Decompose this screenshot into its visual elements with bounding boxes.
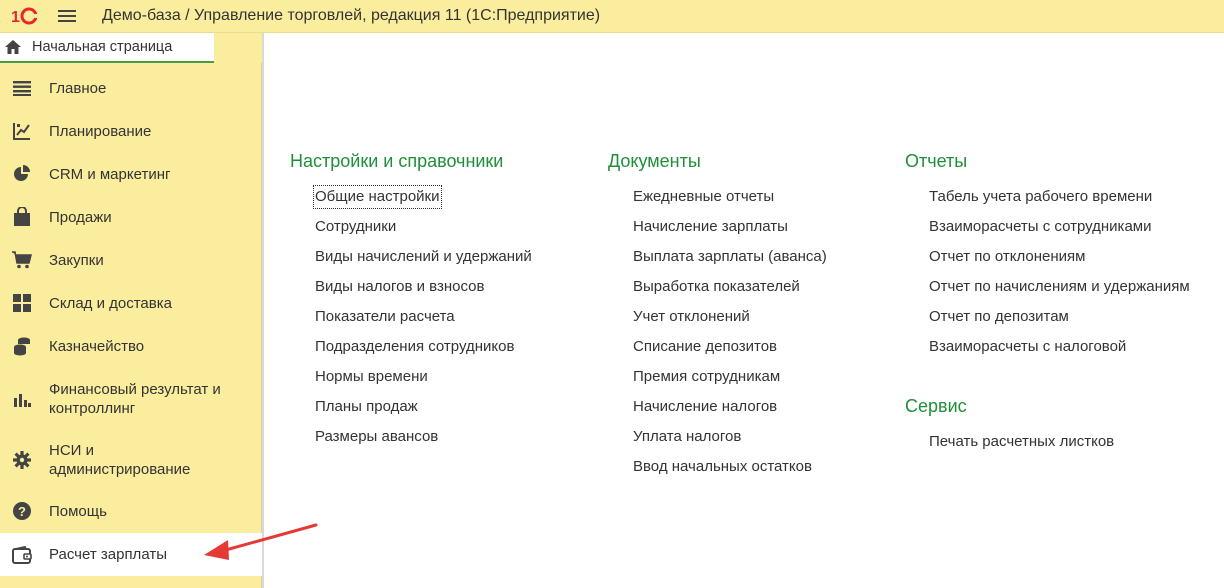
sidebar-item-payroll[interactable]: Расчет зарплаты — [0, 533, 262, 576]
section-title-reports: Отчеты — [905, 151, 968, 171]
svg-text:?: ? — [18, 504, 26, 519]
shopping-bag-icon — [11, 206, 33, 228]
link-employee-bonus[interactable]: Премия сотрудникам — [633, 367, 780, 387]
link-employee-settlements[interactable]: Взаиморасчеты с сотрудниками — [929, 217, 1152, 237]
link-deviations-report[interactable]: Отчет по отклонениям — [929, 247, 1085, 267]
link-opening-balances[interactable]: Ввод начальных остатков — [633, 457, 812, 477]
sidebar-item-planning[interactable]: Планирование — [0, 120, 262, 142]
sidebar-item-warehouse[interactable]: Склад и доставка — [0, 292, 262, 314]
link-payroll-accrual[interactable]: Начисление зарплаты — [633, 217, 788, 237]
link-tax-settlements[interactable]: Взаиморасчеты с налоговой — [929, 337, 1126, 357]
section-title-settings: Настройки и справочники — [290, 151, 504, 171]
tab-home-label: Начальная страница — [32, 39, 173, 55]
wallet-icon — [11, 544, 33, 566]
sidebar-item-label: НСИ и администрирование — [49, 442, 191, 478]
sidebar-item-financial-result[interactable]: Финансовый результат и контроллинг — [0, 379, 262, 419]
link-indicator-output[interactable]: Выработка показателей — [633, 277, 800, 297]
sidebar-item-admin[interactable]: НСИ и администрирование — [0, 440, 262, 480]
sidebar-item-crm[interactable]: CRM и маркетинг — [0, 163, 262, 185]
sidebar-item-label: Финансовый результат и контроллинг — [49, 381, 221, 417]
link-tax-types[interactable]: Виды налогов и взносов — [315, 277, 484, 297]
tab-home[interactable]: Начальная страница — [0, 33, 214, 63]
sidebar-item-label: Закупки — [49, 251, 104, 269]
sidebar-item-label: CRM и маркетинг — [49, 165, 171, 183]
pie-chart-icon — [11, 163, 33, 185]
sidebar-item-label: Главное — [49, 79, 107, 97]
sidebar-item-label: Продажи — [49, 208, 112, 226]
link-deviation-records[interactable]: Учет отклонений — [633, 307, 750, 327]
section-title-documents: Документы — [608, 151, 701, 171]
coins-icon — [11, 335, 33, 357]
planning-icon — [11, 120, 33, 142]
link-calc-indicators[interactable]: Показатели расчета — [315, 307, 455, 327]
link-deposit-writeoff[interactable]: Списание депозитов — [633, 337, 777, 357]
sidebar: Главное Планирование CRM и маркетинг Про… — [0, 63, 262, 588]
sidebar-item-label: Казначейство — [49, 337, 145, 355]
tab-bar: Начальная страница — [0, 33, 262, 63]
svg-text:1: 1 — [11, 9, 20, 25]
1c-logo-icon[interactable]: 1 — [0, 0, 50, 33]
sidebar-item-label: Склад и доставка — [49, 294, 172, 312]
sidebar-item-label: Помощь — [49, 502, 107, 520]
link-advance-sizes[interactable]: Размеры авансов — [315, 427, 438, 447]
content-divider — [262, 33, 264, 588]
sidebar-item-help[interactable]: ? Помощь — [0, 500, 262, 522]
link-tax-accrual[interactable]: Начисление налогов — [633, 397, 777, 417]
section-title-service: Сервис — [905, 396, 967, 416]
home-icon — [4, 38, 22, 56]
link-print-payslips[interactable]: Печать расчетных листков — [929, 432, 1114, 452]
bar-chart-icon — [11, 388, 33, 410]
cart-icon — [11, 249, 33, 271]
link-deposits-report[interactable]: Отчет по депозитам — [929, 307, 1069, 327]
list-icon — [11, 77, 33, 99]
link-employees[interactable]: Сотрудники — [315, 217, 396, 237]
sidebar-item-sales[interactable]: Продажи — [0, 206, 262, 228]
link-employee-departments[interactable]: Подразделения сотрудников — [315, 337, 514, 357]
link-sales-plans[interactable]: Планы продаж — [315, 397, 418, 417]
gear-icon — [11, 449, 33, 471]
sidebar-item-label: Планирование — [49, 122, 152, 140]
menu-icon[interactable] — [50, 0, 84, 33]
link-payroll-payment[interactable]: Выплата зарплаты (аванса) — [633, 247, 827, 267]
window-title: Демо-база / Управление торговлей, редакц… — [102, 7, 601, 24]
link-general-settings[interactable]: Общие настройки — [313, 185, 442, 209]
sidebar-item-purchases[interactable]: Закупки — [0, 249, 262, 271]
help-icon: ? — [11, 500, 33, 522]
link-accrual-types[interactable]: Виды начислений и удержаний — [315, 247, 532, 267]
link-tax-payment[interactable]: Уплата налогов — [633, 427, 741, 447]
link-time-norms[interactable]: Нормы времени — [315, 367, 428, 387]
sidebar-item-main[interactable]: Главное — [0, 77, 262, 99]
link-accruals-report[interactable]: Отчет по начислениям и удержаниям — [929, 277, 1190, 297]
title-bar: 1 Демо-база / Управление торговлей, реда… — [0, 0, 1224, 33]
sidebar-item-label: Расчет зарплаты — [49, 546, 167, 563]
link-daily-reports[interactable]: Ежедневные отчеты — [633, 187, 774, 207]
sidebar-item-treasury[interactable]: Казначейство — [0, 335, 262, 357]
grid-icon — [11, 292, 33, 314]
link-timesheet[interactable]: Табель учета рабочего времени — [929, 187, 1152, 207]
